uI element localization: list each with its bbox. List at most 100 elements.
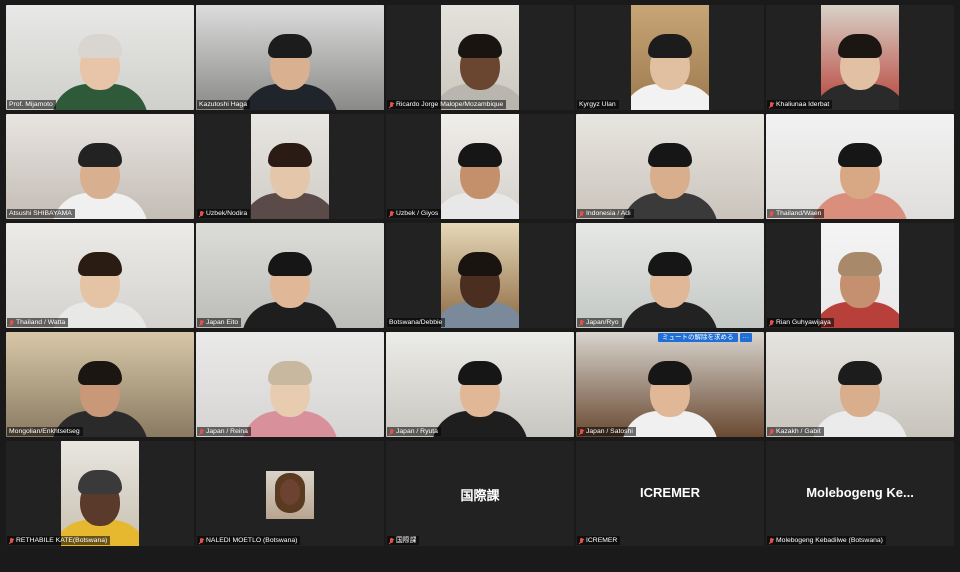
muted-microphone-icon [9, 319, 14, 326]
participant-tile-rethabile-kate-botswana[interactable]: RETHABILE KATE(Botswana) [6, 441, 194, 546]
participant-tile-kazutoshi-haga[interactable]: Kazutoshi Haga [196, 5, 384, 110]
participant-tile-uzbek-giyos[interactable]: Uzbek / Giyos [386, 114, 574, 219]
participant-name: Mongolian/Enkhtsetseg [9, 428, 80, 435]
muted-microphone-icon [769, 537, 774, 544]
participant-name: Atsushi SHIBAYAMA [9, 210, 72, 217]
participant-hair [78, 252, 122, 276]
muted-microphone-icon [199, 210, 204, 217]
participant-video [6, 114, 194, 219]
participant-name: NALEDI MOETLO (Botswana) [206, 537, 298, 544]
muted-microphone-icon [769, 319, 774, 326]
muted-microphone-icon [9, 537, 14, 544]
participant-tile-thailand-watta[interactable]: Thailand / Watta [6, 223, 194, 328]
participant-name-label: Indonesia / Adi [577, 209, 634, 218]
participant-name-label: Atsushi SHIBAYAMA [7, 209, 75, 218]
more-options-button[interactable]: ··· [739, 333, 752, 342]
participant-hair [648, 34, 692, 58]
participant-name-label: Japan / Reina [197, 427, 251, 436]
participant-video [440, 5, 520, 110]
participant-name: Kazutoshi Haga [199, 101, 247, 108]
participant-hair [78, 470, 122, 494]
muted-microphone-icon [579, 537, 584, 544]
participant-name-label: Ricardo Jorge Malope/Mozambique [387, 100, 507, 109]
participant-video [440, 223, 520, 328]
participant-tile-mongolian-enkhtsetseg[interactable]: Mongolian/Enkhtsetseg [6, 332, 194, 437]
participant-name: Thailand/Waen [776, 210, 822, 217]
participant-name-label: 国際課 [387, 536, 420, 545]
participant-name-label: Botswana/Debbie [387, 318, 446, 327]
participant-name-label: Japan Eito [197, 318, 242, 327]
participant-name: Kazakh / Gabit [776, 428, 821, 435]
participant-tile-japan-ryuta[interactable]: Japan / Ryuta [386, 332, 574, 437]
participant-name-label: Khaliunaa Iderbat [767, 100, 833, 109]
participant-name-label: Kazutoshi Haga [197, 100, 250, 109]
participant-name: Molebogeng Kebadilwe (Botswana) [776, 537, 883, 544]
muted-microphone-icon [389, 101, 394, 108]
participant-video [196, 5, 384, 110]
participant-hair [648, 252, 692, 276]
participant-tile-japan-satoshi[interactable]: ミュートの解除を求める ··· Japan / Satoshi [576, 332, 764, 437]
participant-name-label: Thailand/Waen [767, 209, 825, 218]
participant-tile-japan-eito[interactable]: Japan Eito [196, 223, 384, 328]
participant-video [60, 441, 140, 546]
ask-to-unmute-button[interactable]: ミュートの解除を求める [658, 333, 738, 342]
participant-tile-botswana-debbie[interactable]: Botswana/Debbie [386, 223, 574, 328]
participant-hair [78, 361, 122, 385]
participant-hair [458, 34, 502, 58]
participant-tile-rian-guhyawijaya[interactable]: Rian Guhyawijaya [766, 223, 954, 328]
participant-hair [648, 361, 692, 385]
participant-name-label: Prof. Mijamoto [7, 100, 56, 109]
participant-tile-kazakh-gabit[interactable]: Kazakh / Gabit [766, 332, 954, 437]
participant-hair [648, 143, 692, 167]
participant-name: Uzbek / Giyos [396, 210, 439, 217]
participant-tile-japan-ryo[interactable]: Japan/Ryo [576, 223, 764, 328]
participant-tile-icremer[interactable]: ICREMER ICREMER [576, 441, 764, 546]
participant-name-label: Thailand / Watta [7, 318, 69, 327]
participant-tile-khaliunaa-iderbat[interactable]: Khaliunaa Iderbat [766, 5, 954, 110]
participant-video [576, 332, 764, 437]
participant-name: RETHABILE KATE(Botswana) [16, 537, 108, 544]
participant-name: Japan / Satoshi [586, 428, 633, 435]
participant-name: Indonesia / Adi [586, 210, 631, 217]
display-name-text: 国際課 [460, 488, 500, 503]
muted-microphone-icon [769, 428, 774, 435]
participant-tile-thailand-waen[interactable]: Thailand/Waen [766, 114, 954, 219]
participant-tile-atsushi-shibayama[interactable]: Atsushi SHIBAYAMA [6, 114, 194, 219]
participant-name-label: Molebogeng Kebadilwe (Botswana) [767, 536, 886, 545]
participant-name: Kyrgyz Ulan [579, 101, 616, 108]
participant-video [766, 332, 954, 437]
participant-tile-kyrgyz-ulan[interactable]: Kyrgyz Ulan [576, 5, 764, 110]
participant-hair [838, 361, 882, 385]
participant-hair [268, 252, 312, 276]
participant-hair [78, 34, 122, 58]
participant-name-label: Mongolian/Enkhtsetseg [7, 427, 83, 436]
participant-name: Ricardo Jorge Malope/Mozambique [396, 101, 504, 108]
participant-hair [458, 361, 502, 385]
participant-hair [268, 361, 312, 385]
participant-name-label: Uzbek / Giyos [387, 209, 442, 218]
profile-face [280, 479, 300, 505]
participant-name: 国際課 [396, 537, 417, 544]
display-name-text: ICREMER [640, 485, 700, 500]
participant-name-label: Kyrgyz Ulan [577, 100, 619, 109]
participant-name: Japan Eito [206, 319, 239, 326]
participant-tile-uzbek-nodira[interactable]: Uzbek/Nodira [196, 114, 384, 219]
display-name-text: Molebogeng Ke... [806, 485, 914, 500]
participant-name: Botswana/Debbie [389, 319, 443, 326]
participant-tile-naledi-moetlo-botswana[interactable]: NALEDI MOETLO (Botswana) [196, 441, 384, 546]
muted-microphone-icon [579, 210, 584, 217]
participant-tile-prof-mijamoto[interactable]: Prof. Mijamoto [6, 5, 194, 110]
participant-tile-japan-reina[interactable]: Japan / Reina [196, 332, 384, 437]
participant-video [6, 5, 194, 110]
participant-tile-molebogeng-kebadilwe-botswana[interactable]: Molebogeng Ke... Molebogeng Kebadilwe (Bo… [766, 441, 954, 546]
participant-video [630, 5, 710, 110]
participant-tile-indonesia-adi[interactable]: Indonesia / Adi [576, 114, 764, 219]
participant-hair [838, 143, 882, 167]
participant-tile-participant-22[interactable]: 国際課 国際課 [386, 441, 574, 546]
participant-tile-ricardo-jorge-malope-mozambique[interactable]: Ricardo Jorge Malope/Mozambique [386, 5, 574, 110]
participant-name-label: Rian Guhyawijaya [767, 318, 834, 327]
participant-hair [838, 34, 882, 58]
participant-name: Japan/Ryo [586, 319, 619, 326]
participant-name: Thailand / Watta [16, 319, 66, 326]
participant-video [6, 223, 194, 328]
